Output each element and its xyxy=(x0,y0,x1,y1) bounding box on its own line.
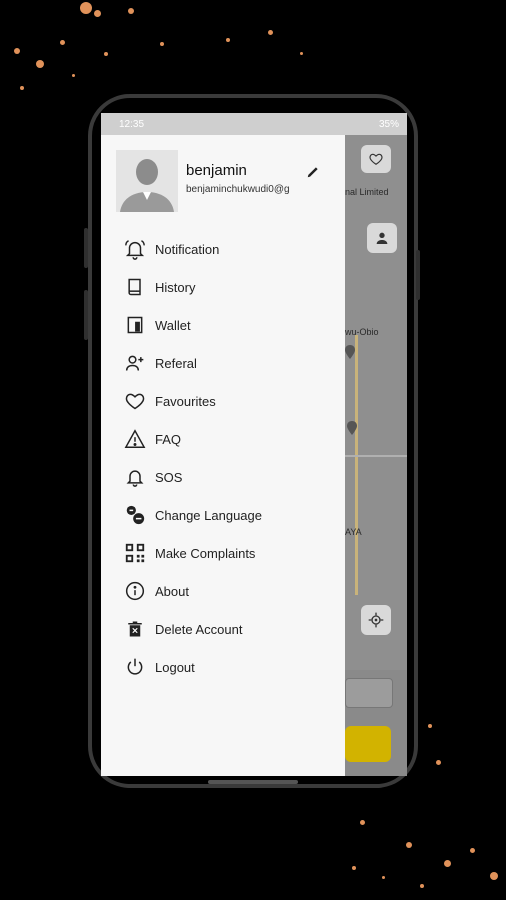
confirm-button[interactable] xyxy=(345,726,391,762)
phone-side-button xyxy=(84,228,88,268)
language-icon xyxy=(124,504,146,526)
map-pin-icon xyxy=(345,345,355,359)
status-battery: 35% xyxy=(378,118,399,130)
menu-item-wallet[interactable]: Wallet xyxy=(101,306,345,344)
info-icon xyxy=(124,580,146,602)
status-time: 12:35 xyxy=(119,118,145,130)
menu-label: Notification xyxy=(155,241,220,257)
menu-item-favourites[interactable]: Favourites xyxy=(101,382,345,420)
map-label: AYA xyxy=(345,527,362,537)
map-label: wu-Obio xyxy=(345,327,379,337)
menu-item-logout[interactable]: Logout xyxy=(101,648,345,686)
map-view[interactable]: nal Limited wu-Obio AYA xyxy=(345,135,407,776)
menu-label: Change Language xyxy=(155,507,262,523)
menu-item-sos[interactable]: SOS xyxy=(101,458,345,496)
user-placeholder-icon xyxy=(116,150,178,212)
menu-item-change-language[interactable]: Change Language xyxy=(101,496,345,534)
menu-label: FAQ xyxy=(155,431,182,447)
wallet-icon xyxy=(124,314,146,336)
navigation-drawer: benjamin benjaminchukwudi0@g Notificatio… xyxy=(101,135,345,776)
phone-side-button xyxy=(416,250,420,300)
person-icon xyxy=(376,232,388,244)
power-icon xyxy=(124,656,146,678)
map-pin-icon xyxy=(347,421,357,435)
menu-item-referal[interactable]: Referal xyxy=(101,344,345,382)
phone-side-button xyxy=(84,290,88,340)
profile-name: benjamin xyxy=(186,162,247,179)
person-add-icon xyxy=(124,352,146,374)
menu-label: Wallet xyxy=(155,317,191,333)
driver-map-button[interactable] xyxy=(367,223,397,253)
bell-icon xyxy=(124,466,146,488)
status-bar: 12:35 35% xyxy=(101,113,407,135)
phone-screen: 12:35 35% nal Limited wu-Obio AYA benjam… xyxy=(101,113,407,776)
map-label: nal Limited xyxy=(345,187,389,197)
menu-label: About xyxy=(155,583,189,599)
menu-label: Make Complaints xyxy=(155,545,256,561)
menu-label: Referal xyxy=(155,355,197,371)
menu-label: Favourites xyxy=(155,393,216,409)
menu-label: Logout xyxy=(155,659,195,675)
menu-item-faq[interactable]: FAQ xyxy=(101,420,345,458)
edit-profile-button[interactable] xyxy=(306,165,324,183)
qr-code-icon xyxy=(124,542,146,564)
menu-item-notification[interactable]: Notification xyxy=(101,230,345,268)
menu-label: Delete Account xyxy=(155,621,243,637)
drawer-menu: Notification History Wallet Referal Favo… xyxy=(101,230,345,686)
avatar[interactable] xyxy=(116,150,178,212)
heart-icon xyxy=(124,390,146,412)
booking-panel xyxy=(345,670,407,776)
trash-icon xyxy=(124,618,146,640)
profile-email: benjaminchukwudi0@g xyxy=(186,184,290,195)
bell-ring-icon xyxy=(124,238,146,260)
home-indicator xyxy=(208,780,298,784)
heart-icon xyxy=(369,153,383,165)
menu-item-make-complaints[interactable]: Make Complaints xyxy=(101,534,345,572)
menu-item-delete-account[interactable]: Delete Account xyxy=(101,610,345,648)
favourite-map-button[interactable] xyxy=(361,145,391,173)
warning-icon xyxy=(124,428,146,450)
locate-me-button[interactable] xyxy=(361,605,391,635)
menu-label: SOS xyxy=(155,469,183,485)
menu-item-about[interactable]: About xyxy=(101,572,345,610)
book-icon xyxy=(124,276,146,298)
pencil-icon xyxy=(307,167,318,178)
menu-item-history[interactable]: History xyxy=(101,268,345,306)
crosshair-icon xyxy=(368,612,384,628)
menu-label: History xyxy=(155,279,196,295)
destination-input[interactable] xyxy=(345,678,393,708)
